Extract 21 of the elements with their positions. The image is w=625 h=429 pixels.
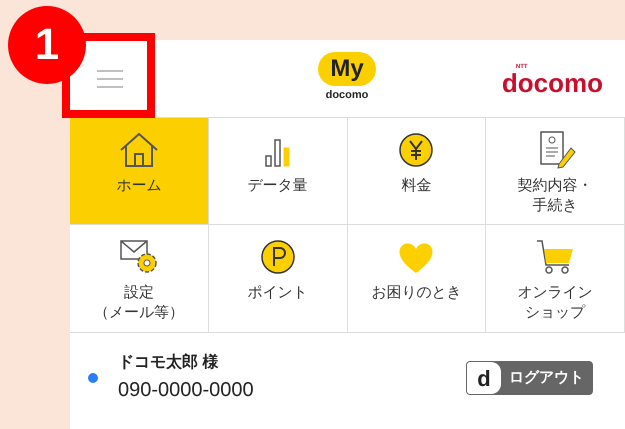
tile-label: 手続き [532, 196, 578, 216]
tile-label: 契約内容・ [518, 176, 593, 196]
tile-label: ホーム [116, 176, 162, 196]
my-docomo-logo: My docomo [318, 52, 376, 101]
tile-label: データ量 [248, 176, 308, 196]
tile-label: オンライン [518, 283, 593, 303]
tile-label: ポイント [248, 283, 308, 303]
phone-number: 090-0000-0000 [118, 378, 254, 403]
menu-tile[interactable]: データ量 [208, 118, 348, 225]
user-name: ドコモ太郎 様 [118, 352, 220, 373]
menu-tile[interactable]: 契約内容・ 手続き [486, 118, 625, 225]
logout-button[interactable]: d ログアウト [466, 361, 593, 395]
tile-label: ショップ [525, 303, 586, 323]
step-number-badge: 1 [8, 6, 86, 84]
tile-label: 設定 [124, 283, 154, 303]
menu-icon [97, 68, 123, 88]
tile-label: お困りのとき [371, 283, 462, 303]
tile-label: （メール等） [94, 303, 184, 323]
menu-tile[interactable]: ホーム [70, 118, 209, 225]
tile-label: 料金 [401, 176, 432, 196]
menu-tile[interactable]: 料金 [348, 118, 486, 225]
